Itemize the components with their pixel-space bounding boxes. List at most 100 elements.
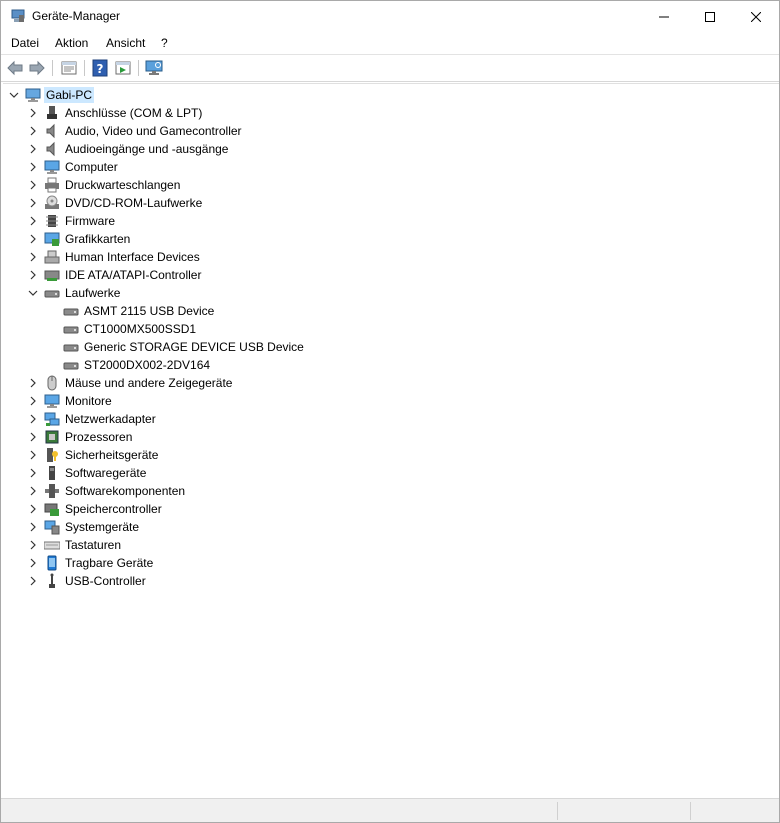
tree-item-label: Druckwarteschlangen bbox=[65, 178, 181, 192]
tree-item-label: CT1000MX500SSD1 bbox=[84, 322, 197, 336]
speaker-icon bbox=[46, 123, 55, 139]
chevron-right-icon[interactable] bbox=[28, 162, 38, 172]
chevron-right-icon[interactable] bbox=[28, 486, 38, 496]
tree-category[interactable]: Firmware bbox=[3, 212, 503, 230]
menu-bar: Datei Aktion Ansicht ? bbox=[1, 32, 779, 54]
tree-device[interactable]: ST2000DX002-2DV164 bbox=[3, 356, 503, 374]
maximize-icon bbox=[705, 11, 715, 22]
toolbar-separator bbox=[52, 60, 53, 76]
tree-item-label: USB-Controller bbox=[65, 574, 146, 588]
tree-category[interactable]: Netzwerkadapter bbox=[3, 410, 503, 428]
monitor-scan-icon[interactable] bbox=[145, 59, 163, 77]
tree-category[interactable]: Speichercontroller bbox=[3, 500, 503, 518]
status-segment bbox=[690, 802, 779, 820]
portable-device-icon bbox=[47, 555, 57, 571]
chevron-right-icon[interactable] bbox=[28, 576, 38, 586]
menu-ansicht[interactable]: Ansicht bbox=[106, 36, 145, 50]
chevron-right-icon[interactable] bbox=[28, 540, 38, 550]
usb-icon bbox=[49, 573, 55, 588]
action-view-icon[interactable] bbox=[114, 59, 132, 77]
tree-category[interactable]: Tastaturen bbox=[3, 536, 503, 554]
device-tree[interactable]: Gabi-PC Anschlüsse (COM & LPT) Audio, Vid… bbox=[3, 83, 779, 797]
chevron-down-icon[interactable] bbox=[9, 90, 19, 100]
chevron-right-icon[interactable] bbox=[28, 504, 38, 514]
chevron-right-icon[interactable] bbox=[28, 108, 38, 118]
chevron-right-icon[interactable] bbox=[28, 126, 38, 136]
tree-category[interactable]: Sicherheitsgeräte bbox=[3, 446, 503, 464]
close-button[interactable] bbox=[733, 1, 779, 32]
tree-device[interactable]: Generic STORAGE DEVICE USB Device bbox=[3, 338, 503, 356]
tree-category[interactable]: Mäuse und andere Zeigegeräte bbox=[3, 374, 503, 392]
tree-category[interactable]: Systemgeräte bbox=[3, 518, 503, 536]
chevron-right-icon[interactable] bbox=[28, 450, 38, 460]
chevron-right-icon[interactable] bbox=[28, 558, 38, 568]
tree-category[interactable]: Anschlüsse (COM & LPT) bbox=[3, 104, 503, 122]
tree-category[interactable]: Tragbare Geräte bbox=[3, 554, 503, 572]
tree-category[interactable]: USB-Controller bbox=[3, 572, 503, 590]
title-bar[interactable]: Geräte-Manager bbox=[1, 1, 779, 32]
processor-icon bbox=[45, 430, 59, 444]
disc-drive-icon bbox=[45, 195, 59, 209]
tree-item-label: Computer bbox=[65, 160, 118, 174]
menu-aktion[interactable]: Aktion bbox=[55, 36, 88, 50]
security-key-icon bbox=[47, 448, 58, 462]
chevron-right-icon[interactable] bbox=[28, 234, 38, 244]
tree-item-label: Systemgeräte bbox=[65, 520, 140, 534]
tree-root-node[interactable]: Gabi-PC bbox=[3, 86, 303, 104]
menu-help[interactable]: ? bbox=[161, 36, 168, 50]
maximize-button[interactable] bbox=[687, 1, 733, 32]
tree-item-label: Audio, Video und Gamecontroller bbox=[65, 124, 242, 138]
tree-category[interactable]: Audio, Video und Gamecontroller bbox=[3, 122, 503, 140]
hid-icon bbox=[44, 250, 60, 264]
tree-item-label: Softwarekomponenten bbox=[65, 484, 186, 498]
forward-arrow-icon[interactable] bbox=[28, 59, 46, 77]
chevron-right-icon[interactable] bbox=[28, 198, 38, 208]
tree-device[interactable]: ASMT 2115 USB Device bbox=[3, 302, 503, 320]
chevron-right-icon[interactable] bbox=[28, 270, 38, 280]
tree-item-label: Sicherheitsgeräte bbox=[65, 448, 159, 462]
tree-item-label: Netzwerkadapter bbox=[65, 412, 156, 426]
tree-category[interactable]: Human Interface Devices bbox=[3, 248, 503, 266]
minimize-button[interactable] bbox=[641, 1, 687, 32]
help-icon[interactable]: ? bbox=[91, 59, 109, 77]
drive-icon bbox=[63, 308, 79, 316]
drive-icon bbox=[63, 344, 79, 352]
drive-icon bbox=[63, 362, 79, 370]
svg-text:?: ? bbox=[97, 62, 104, 76]
chevron-right-icon[interactable] bbox=[28, 144, 38, 154]
toolbar-separator bbox=[84, 60, 85, 76]
status-bar bbox=[1, 798, 779, 822]
window-title: Geräte-Manager bbox=[32, 9, 121, 23]
display-adapter-icon bbox=[44, 232, 60, 246]
tree-category[interactable]: IDE ATA/ATAPI-Controller bbox=[3, 266, 503, 284]
tree-category[interactable]: DVD/CD-ROM-Laufwerke bbox=[3, 194, 503, 212]
chevron-right-icon[interactable] bbox=[28, 396, 38, 406]
tree-category[interactable]: Monitore bbox=[3, 392, 503, 410]
chevron-right-icon[interactable] bbox=[28, 468, 38, 478]
back-arrow-icon[interactable] bbox=[6, 59, 24, 77]
tree-item-label: DVD/CD-ROM-Laufwerke bbox=[65, 196, 203, 210]
chevron-right-icon[interactable] bbox=[28, 522, 38, 532]
tree-device[interactable]: CT1000MX500SSD1 bbox=[3, 320, 503, 338]
chevron-right-icon[interactable] bbox=[28, 252, 38, 262]
chevron-right-icon[interactable] bbox=[28, 414, 38, 424]
chevron-down-icon[interactable] bbox=[28, 288, 38, 298]
tree-category[interactable]: Prozessoren bbox=[3, 428, 503, 446]
tree-item-label: Mäuse und andere Zeigegeräte bbox=[65, 376, 233, 390]
chevron-right-icon[interactable] bbox=[28, 432, 38, 442]
tree-category[interactable]: Softwaregeräte bbox=[3, 464, 503, 482]
monitor-icon bbox=[44, 394, 60, 408]
tree-item-label: Speichercontroller bbox=[65, 502, 162, 516]
tree-category[interactable]: Grafikkarten bbox=[3, 230, 503, 248]
tree-category[interactable]: Audioeingänge und -ausgänge bbox=[3, 140, 503, 158]
chevron-right-icon[interactable] bbox=[28, 216, 38, 226]
tree-item-label: Human Interface Devices bbox=[65, 250, 200, 264]
tree-category[interactable]: Laufwerke bbox=[3, 284, 503, 302]
tree-category[interactable]: Softwarekomponenten bbox=[3, 482, 503, 500]
properties-icon[interactable] bbox=[60, 59, 78, 77]
chevron-right-icon[interactable] bbox=[28, 378, 38, 388]
menu-datei[interactable]: Datei bbox=[11, 36, 39, 50]
tree-category[interactable]: Druckwarteschlangen bbox=[3, 176, 503, 194]
tree-category[interactable]: Computer bbox=[3, 158, 503, 176]
chevron-right-icon[interactable] bbox=[28, 180, 38, 190]
